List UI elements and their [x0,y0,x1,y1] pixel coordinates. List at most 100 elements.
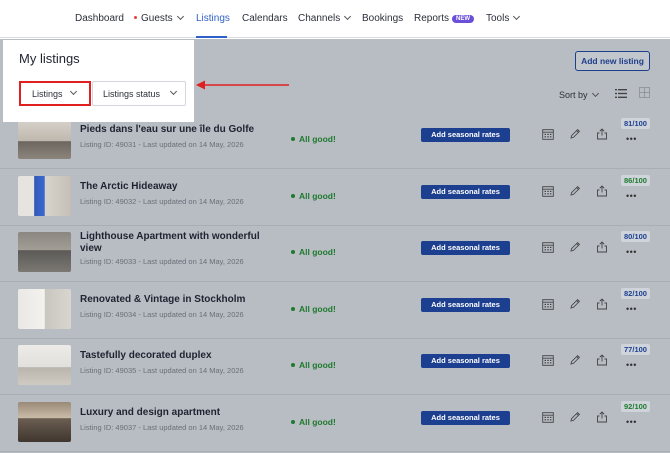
nav-guests-label: Guests [141,13,173,24]
listing-title[interactable]: Renovated & Vintage in Stockholm [80,294,280,306]
add-seasonal-rates-button[interactable]: Add seasonal rates [421,411,510,425]
pencil-icon[interactable] [569,241,581,253]
calendar-icon[interactable] [542,354,554,366]
add-seasonal-rates-button[interactable]: Add seasonal rates [421,241,510,255]
listing-score-badge: 92/100 [621,401,650,412]
nav-calendars[interactable]: Calendars [242,13,288,24]
more-options-icon[interactable]: ••• [626,304,637,314]
sort-by-dropdown[interactable]: Sort by [559,89,599,100]
top-navigation: Dashboard Guests Listings Calendars Chan… [0,0,670,38]
listing-score-badge: 80/100 [621,231,650,242]
more-options-icon[interactable]: ••• [626,134,637,144]
chevron-down-icon [591,89,599,98]
page-title: My listings [19,51,80,66]
calendar-icon[interactable] [542,128,554,140]
add-seasonal-rates-button[interactable]: Add seasonal rates [421,354,510,368]
listing-row[interactable]: Tastefully decorated duplex Listing ID: … [0,338,670,395]
listing-title[interactable]: The Arctic Hideaway [80,181,280,193]
add-seasonal-rates-button[interactable]: Add seasonal rates [421,128,510,142]
listing-score-badge: 86/100 [621,175,650,186]
nav-listings[interactable]: Listings [196,13,230,24]
nav-channels[interactable]: Channels [298,12,352,24]
add-seasonal-rates-button[interactable]: Add seasonal rates [421,298,510,312]
listing-thumbnail[interactable] [18,289,71,329]
nav-guests[interactable]: Guests [134,12,184,24]
listing-score-badge: 81/100 [621,118,650,129]
status-dot-icon [291,307,295,311]
status-dot-icon [291,420,295,424]
grid-view-icon[interactable] [639,87,650,98]
chevron-down-icon [344,12,352,21]
nav-reports[interactable]: Reports NEW [414,13,475,24]
pencil-icon[interactable] [569,185,581,197]
add-new-listing-button[interactable]: Add new listing [575,51,650,71]
pencil-icon[interactable] [569,354,581,366]
listing-row[interactable]: Renovated & Vintage in Stockholm Listing… [0,282,670,339]
pencil-icon[interactable] [569,411,581,423]
listing-title[interactable]: Luxury and design apartment [80,407,280,419]
more-options-icon[interactable]: ••• [626,417,637,427]
listing-row[interactable]: The Arctic Hideaway Listing ID: 49032 - … [0,169,670,226]
chevron-down-icon [69,87,78,96]
listings-status-dropdown[interactable]: Listings status [92,81,186,106]
listing-title[interactable]: Lighthouse Apartment with wonderful view [80,231,280,255]
chevron-down-icon [169,87,178,96]
listing-meta: Listing ID: 49033 - Last updated on 14 M… [80,257,244,266]
listing-status: All good! [291,304,336,314]
listing-meta: Listing ID: 49037 - Last updated on 14 M… [80,423,244,432]
listing-thumbnail[interactable] [18,176,71,216]
pencil-icon[interactable] [569,128,581,140]
share-icon[interactable] [596,411,608,423]
red-arrow-icon [196,80,289,90]
status-dot-icon [291,194,295,198]
share-icon[interactable] [596,185,608,197]
status-dot-icon [291,250,295,254]
calendar-icon[interactable] [542,241,554,253]
listing-row[interactable]: Lighthouse Apartment with wonderful view… [0,225,670,282]
listing-status: All good! [291,247,336,257]
chevron-down-icon [176,12,184,21]
listing-meta: Listing ID: 49031 - Last updated on 14 M… [80,140,244,149]
share-icon[interactable] [596,241,608,253]
new-badge: NEW [452,15,475,23]
nav-dashboard[interactable]: Dashboard [75,13,124,24]
listing-status-label: All good! [299,134,336,144]
more-options-icon[interactable]: ••• [626,191,637,201]
list-view-icon[interactable] [615,89,627,98]
share-icon[interactable] [596,128,608,140]
calendar-icon[interactable] [542,411,554,423]
listings-filter-dropdown[interactable]: Listings [19,81,91,106]
pencil-icon[interactable] [569,298,581,310]
listing-status: All good! [291,417,336,427]
calendar-icon[interactable] [542,185,554,197]
add-seasonal-rates-button[interactable]: Add seasonal rates [421,185,510,199]
filter-highlight-panel: My listings Listings Listings status [3,40,194,122]
listing-status: All good! [291,360,336,370]
share-icon[interactable] [596,298,608,310]
nav-tools[interactable]: Tools [486,12,521,24]
listing-meta: Listing ID: 49032 - Last updated on 14 M… [80,197,244,206]
listing-title[interactable]: Pieds dans l'eau sur une île du Golfe [80,124,280,136]
share-icon[interactable] [596,354,608,366]
more-options-icon[interactable]: ••• [626,247,637,257]
listing-row[interactable]: Luxury and design apartment Listing ID: … [0,395,670,452]
listing-thumbnail[interactable] [18,402,71,442]
listing-status-label: All good! [299,191,336,201]
listing-thumbnail[interactable] [18,119,71,159]
listing-thumbnail[interactable] [18,232,71,272]
nav-tools-label: Tools [486,13,510,24]
listing-meta: Listing ID: 49035 - Last updated on 14 M… [80,366,244,375]
calendar-icon[interactable] [542,298,554,310]
nav-channels-label: Channels [298,13,341,24]
nav-bookings[interactable]: Bookings [362,13,403,24]
more-options-icon[interactable]: ••• [626,360,637,370]
listing-status: All good! [291,191,336,201]
listing-title[interactable]: Tastefully decorated duplex [80,350,280,362]
active-tab-indicator [196,36,227,38]
status-dot-icon [291,137,295,141]
notification-dot [134,16,137,19]
sort-by-label: Sort by [559,90,588,100]
listing-status-label: All good! [299,360,336,370]
status-dot-icon [291,363,295,367]
listing-thumbnail[interactable] [18,345,71,385]
